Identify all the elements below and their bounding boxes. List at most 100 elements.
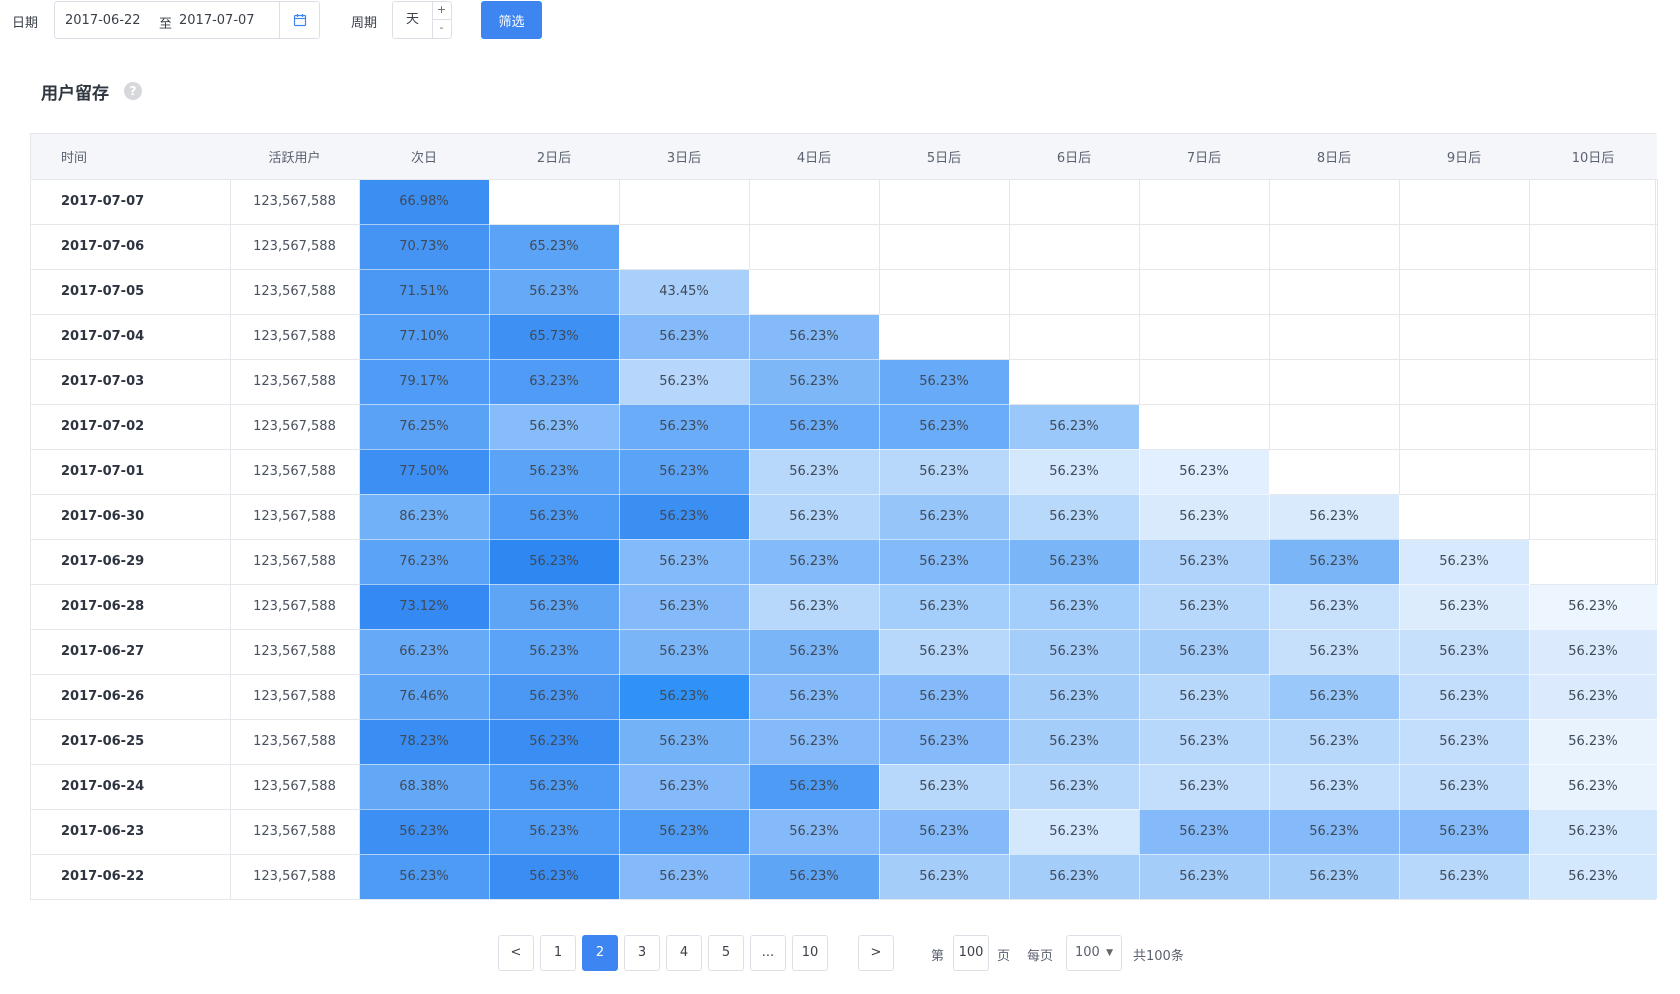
table-row: 2017-06-27 123,567,588 66.23% 56.23% 56.23% 5… [31, 629, 1658, 675]
retention-cell: 56.23% [489, 449, 620, 495]
page-button[interactable]: 1 [540, 935, 576, 971]
row-active-users: 123,567,588 [230, 674, 360, 720]
retention-cell: 56.23% [489, 764, 620, 810]
retention-cell: 56.23% [619, 809, 750, 855]
start-date[interactable]: 2017-06-22 [65, 13, 141, 28]
retention-cell: 56.23% [879, 719, 1010, 765]
retention-cell: 56.23% [489, 269, 620, 315]
retention-cell: 56.23% [619, 674, 750, 720]
retention-cell: 56.23% [1009, 494, 1140, 540]
column-header: 次日 [359, 134, 489, 180]
retention-cell: 56.23% [749, 629, 880, 675]
retention-cell: 56.23% [749, 494, 880, 540]
row-date: 2017-07-07 [31, 179, 231, 225]
retention-cell: 56.23% [619, 359, 750, 405]
empty-cell [879, 224, 1010, 270]
retention-cell: 56.23% [1139, 539, 1270, 585]
empty-cell [1399, 404, 1530, 450]
retention-cell: 56.23% [1269, 584, 1400, 630]
column-header: 2日后 [489, 134, 619, 180]
retention-cell: 70.73% [359, 224, 490, 270]
page-button[interactable]: 10 [792, 935, 828, 971]
period-value[interactable]: 天 [393, 2, 433, 38]
column-header: 4日后 [749, 134, 879, 180]
empty-cell [1529, 449, 1658, 495]
retention-cell: 56.23% [879, 494, 1010, 540]
next-page-button[interactable]: > [858, 935, 894, 971]
page-button[interactable]: 4 [666, 935, 702, 971]
retention-cell: 56.23% [749, 764, 880, 810]
retention-cell: 56.23% [619, 494, 750, 540]
per-page-select[interactable]: 100 ▼ [1066, 935, 1122, 971]
row-date: 2017-06-24 [31, 764, 231, 810]
empty-cell [1529, 494, 1658, 540]
retention-cell: 56.23% [749, 674, 880, 720]
retention-cell: 56.23% [1139, 764, 1270, 810]
table-row: 2017-06-29 123,567,588 76.23% 56.23% 56.23% 5… [31, 539, 1658, 585]
prev-page-button[interactable]: < [498, 935, 534, 971]
retention-cell: 56.23% [1009, 809, 1140, 855]
table-row: 2017-06-28 123,567,588 73.12% 56.23% 56.23% 5… [31, 584, 1658, 630]
retention-table: 时间 活跃用户 次日 2日后 3日后 4日后 5日后 6日后 7日后 8日后 9日后 10日后 201… [30, 133, 1658, 900]
section-title: 用户留存 [41, 84, 109, 104]
row-active-users: 123,567,588 [230, 854, 360, 899]
retention-cell: 56.23% [1009, 674, 1140, 720]
filter-submit-button[interactable]: 筛选 [481, 1, 542, 39]
row-date: 2017-06-23 [31, 809, 231, 855]
retention-cell: 56.23% [1139, 674, 1270, 720]
empty-cell [1529, 314, 1658, 360]
period-decrement-button[interactable]: - [432, 20, 451, 38]
empty-cell [879, 269, 1010, 315]
empty-cell [1529, 404, 1658, 450]
empty-cell [1529, 179, 1658, 225]
empty-cell [619, 224, 750, 270]
period-stepper[interactable]: 天 + - [392, 1, 452, 39]
retention-cell: 66.98% [359, 179, 490, 225]
end-date[interactable]: 2017-07-07 [179, 13, 255, 28]
column-header: 7日后 [1139, 134, 1269, 180]
empty-cell [1139, 179, 1270, 225]
total-count: 共100条 [1133, 949, 1184, 964]
page-button[interactable]: 5 [708, 935, 744, 971]
empty-cell [1009, 269, 1140, 315]
retention-cell: 56.23% [1399, 629, 1530, 675]
retention-cell: 56.23% [749, 359, 880, 405]
empty-cell [1529, 539, 1658, 585]
retention-cell: 43.45% [619, 269, 750, 315]
retention-cell: 56.23% [1009, 764, 1140, 810]
retention-cell: 56.23% [1009, 539, 1140, 585]
date-label: 日期 [12, 16, 39, 31]
empty-cell [1009, 224, 1140, 270]
empty-cell [1269, 224, 1400, 270]
empty-cell [1269, 359, 1400, 405]
retention-cell: 56.23% [1529, 674, 1658, 720]
page-button[interactable]: 3 [624, 935, 660, 971]
page-button[interactable]: 2 [582, 935, 618, 971]
table-row: 2017-07-01 123,567,588 77.50% 56.23% 56.23% 5… [31, 449, 1658, 495]
retention-cell: 56.23% [1009, 584, 1140, 630]
date-range-picker[interactable]: 2017-06-22 至 2017-07-07 [54, 1, 320, 39]
retention-cell: 77.10% [359, 314, 490, 360]
per-page-label: 每页 [1027, 949, 1054, 964]
empty-cell [1139, 224, 1270, 270]
retention-cell: 73.12% [359, 584, 490, 630]
page-jump-input[interactable]: 100 [953, 935, 989, 971]
calendar-icon[interactable] [279, 2, 319, 38]
empty-cell [749, 179, 880, 225]
help-icon[interactable]: ? [124, 82, 142, 100]
retention-cell: 56.23% [619, 584, 750, 630]
table-row: 2017-06-24 123,567,588 68.38% 56.23% 56.23% 5… [31, 764, 1658, 810]
retention-cell: 86.23% [359, 494, 490, 540]
row-date: 2017-07-01 [31, 449, 231, 495]
retention-cell: 56.23% [489, 854, 620, 899]
empty-cell [1269, 314, 1400, 360]
table-row: 2017-07-03 123,567,588 79.17% 63.23% 56.23% 5… [31, 359, 1658, 405]
retention-cell: 56.23% [619, 629, 750, 675]
row-date: 2017-06-25 [31, 719, 231, 765]
page-ellipsis[interactable]: ... [750, 935, 786, 971]
retention-cell: 56.23% [879, 674, 1010, 720]
retention-cell: 56.23% [749, 809, 880, 855]
caret-down-icon: ▼ [1106, 948, 1113, 958]
period-increment-button[interactable]: + [432, 2, 451, 20]
row-date: 2017-06-29 [31, 539, 231, 585]
